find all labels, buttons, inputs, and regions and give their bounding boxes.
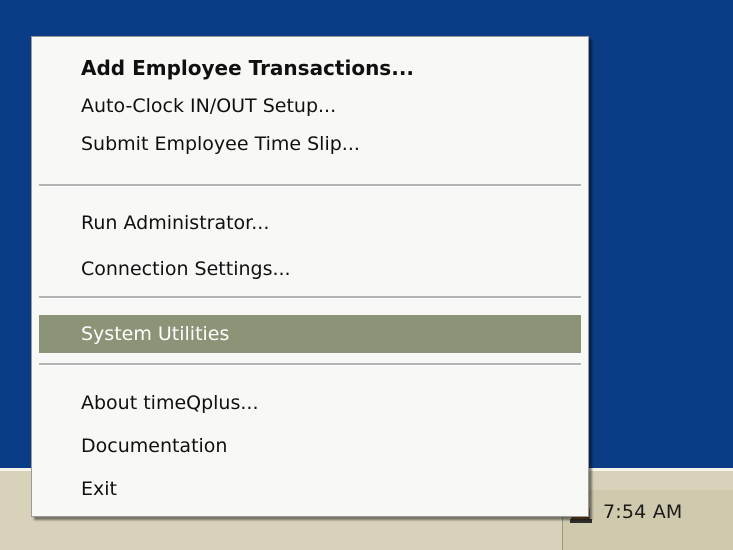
menu-item-connection-settings[interactable]: Connection Settings... (39, 250, 581, 288)
menu-item-about[interactable]: About timeQplus... (39, 384, 581, 422)
menu-item-submit-time-slip[interactable]: Submit Employee Time Slip... (39, 125, 581, 163)
menu-item-exit[interactable]: Exit (39, 470, 581, 508)
menu-separator (39, 363, 581, 366)
menu-separator (39, 296, 581, 299)
tray-context-menu: Add Employee Transactions... Auto-Clock … (31, 36, 589, 517)
menu-item-add-employee-transactions[interactable]: Add Employee Transactions... (39, 49, 581, 87)
taskbar-clock[interactable]: 7:54 AM (603, 501, 683, 523)
menu-item-documentation[interactable]: Documentation (39, 427, 581, 465)
menu-item-system-utilities[interactable]: System Utilities (39, 315, 581, 353)
menu-item-auto-clock-setup[interactable]: Auto-Clock IN/OUT Setup... (39, 87, 581, 125)
menu-item-run-administrator[interactable]: Run Administrator... (39, 204, 581, 242)
menu-separator (39, 184, 581, 187)
